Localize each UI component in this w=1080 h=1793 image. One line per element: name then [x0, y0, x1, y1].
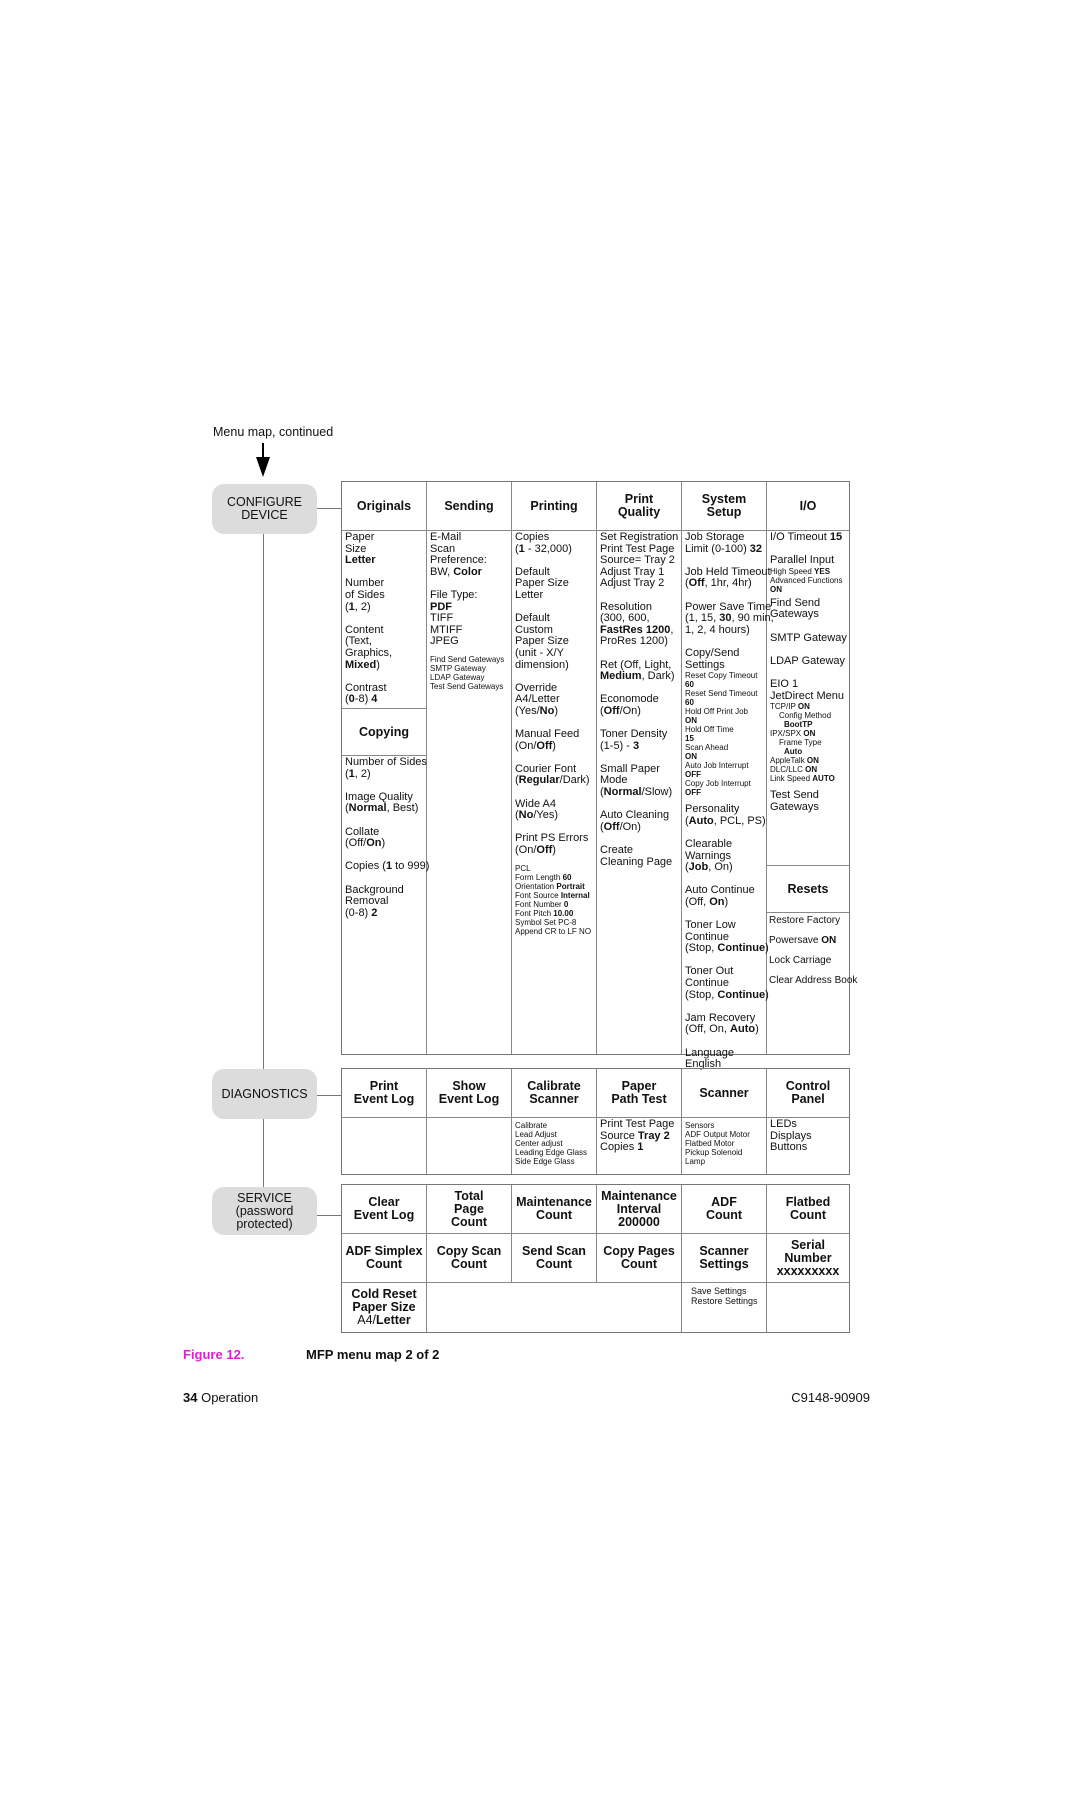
scanner-options: Sensors ADF Output Motor Flatbed Motor P… — [685, 1121, 750, 1166]
figure-label: Figure 12. — [183, 1347, 245, 1362]
serial-number: Serial Number xxxxxxxxx — [776, 1237, 840, 1278]
control-panel-options: LEDs Displays Buttons — [770, 1118, 812, 1154]
header-resets: Resets — [787, 881, 829, 896]
maintenance-interval: Maintenance Interval 200000 — [601, 1188, 677, 1229]
page-number: 34 — [183, 1390, 198, 1405]
figure-title: MFP menu map 2 of 2 — [306, 1347, 440, 1362]
total-page-count: Total Page Count — [450, 1188, 488, 1229]
send-scan-count: Send Scan Count — [522, 1244, 586, 1271]
paper-path-test: Paper Path Test — [611, 1079, 667, 1106]
flatbed-count: Flatbed Count — [785, 1195, 831, 1222]
diagnostics-connector — [316, 1095, 341, 1096]
header-sending: Sending — [444, 498, 494, 513]
calibrate-options: Calibrate Lead Adjust Center adjust Lead… — [515, 1121, 588, 1166]
document-id: C9148-90909 — [791, 1390, 870, 1405]
diagnostics-menu: DIAGNOSTICS — [212, 1069, 317, 1119]
configure-connector — [316, 508, 341, 509]
print-event-log: Print Event Log — [353, 1079, 415, 1106]
service-menu: SERVICE (password protected) — [212, 1187, 317, 1235]
copying-options: Number of Sides (1, 2) Image Quality (No… — [345, 756, 430, 919]
scanner-settings-options: Save Settings Restore Settings — [691, 1286, 758, 1306]
originals-options: Paper Size Letter Number of Sides (1, 2)… — [345, 531, 393, 706]
print-quality-options: Set Registration Print Test Page Source=… — [600, 531, 679, 868]
io-options: I/O Timeout 15 Parallel Input High Speed… — [770, 531, 847, 813]
header-system-setup: System Setup — [701, 492, 747, 519]
header-printing: Printing — [530, 498, 578, 513]
menu-map-continued-caption: Menu map, continued — [213, 425, 334, 439]
header-copying: Copying — [359, 724, 409, 739]
copy-pages-count: Copy Pages Count — [603, 1244, 675, 1271]
service-connector — [316, 1215, 341, 1216]
menu-label: SERVICE — [237, 1190, 292, 1205]
menu-label: (password — [235, 1203, 294, 1218]
paper-path-options: Print Test Page Source Tray 2 Copies 1 — [600, 1118, 675, 1154]
header-print-quality: Print Quality — [617, 492, 661, 519]
cold-reset-paper-size: Cold Reset Paper Size A4/Letter — [351, 1287, 417, 1327]
arrow-down-icon-head — [256, 457, 270, 477]
menu-label: protected) — [236, 1216, 293, 1231]
clear-event-log: Clear Event Log — [353, 1195, 415, 1222]
calibrate-scanner: Calibrate Scanner — [527, 1079, 581, 1106]
menu-label: DIAGNOSTICS — [221, 1086, 308, 1101]
configure-device-menu: CONFIGURE DEVICE — [212, 484, 317, 534]
copy-scan-count: Copy Scan Count — [436, 1244, 502, 1271]
service-table: Clear Event Log Total Page Count Maintenanc… — [341, 1184, 850, 1333]
header-originals: Originals — [356, 498, 412, 513]
adf-count: ADF Count — [705, 1195, 743, 1222]
scanner-diagnostics: Scanner — [699, 1085, 749, 1100]
section-name: Operation — [201, 1390, 259, 1405]
diagnostics-table: Print Event Log Show Event Log Calibrate Sc… — [341, 1068, 850, 1175]
adf-simplex-count: ADF Simplex Count — [345, 1244, 423, 1271]
page-footer: 34 Operation — [183, 1390, 258, 1405]
printing-options: Copies (1 - 32,000) Default Paper Size L… — [515, 531, 592, 936]
configure-device-table: Originals Sending Printing Print Quality … — [341, 481, 858, 1070]
system-setup-options: Job Storage Limit (0-100) 32 Job Held Ti… — [685, 531, 774, 1071]
resets-options: Restore Factory Powersave ON Lock Carria… — [769, 915, 858, 986]
control-panel: Control Panel — [785, 1079, 831, 1106]
menu-label: DEVICE — [241, 508, 288, 522]
scanner-settings: Scanner Settings — [699, 1244, 749, 1271]
show-event-log: Show Event Log — [438, 1079, 500, 1106]
maintenance-count: Maintenance Count — [516, 1195, 592, 1222]
header-io: I/O — [799, 498, 817, 513]
sending-options: E-Mail Scan Preference: BW, Color File T… — [430, 531, 505, 691]
